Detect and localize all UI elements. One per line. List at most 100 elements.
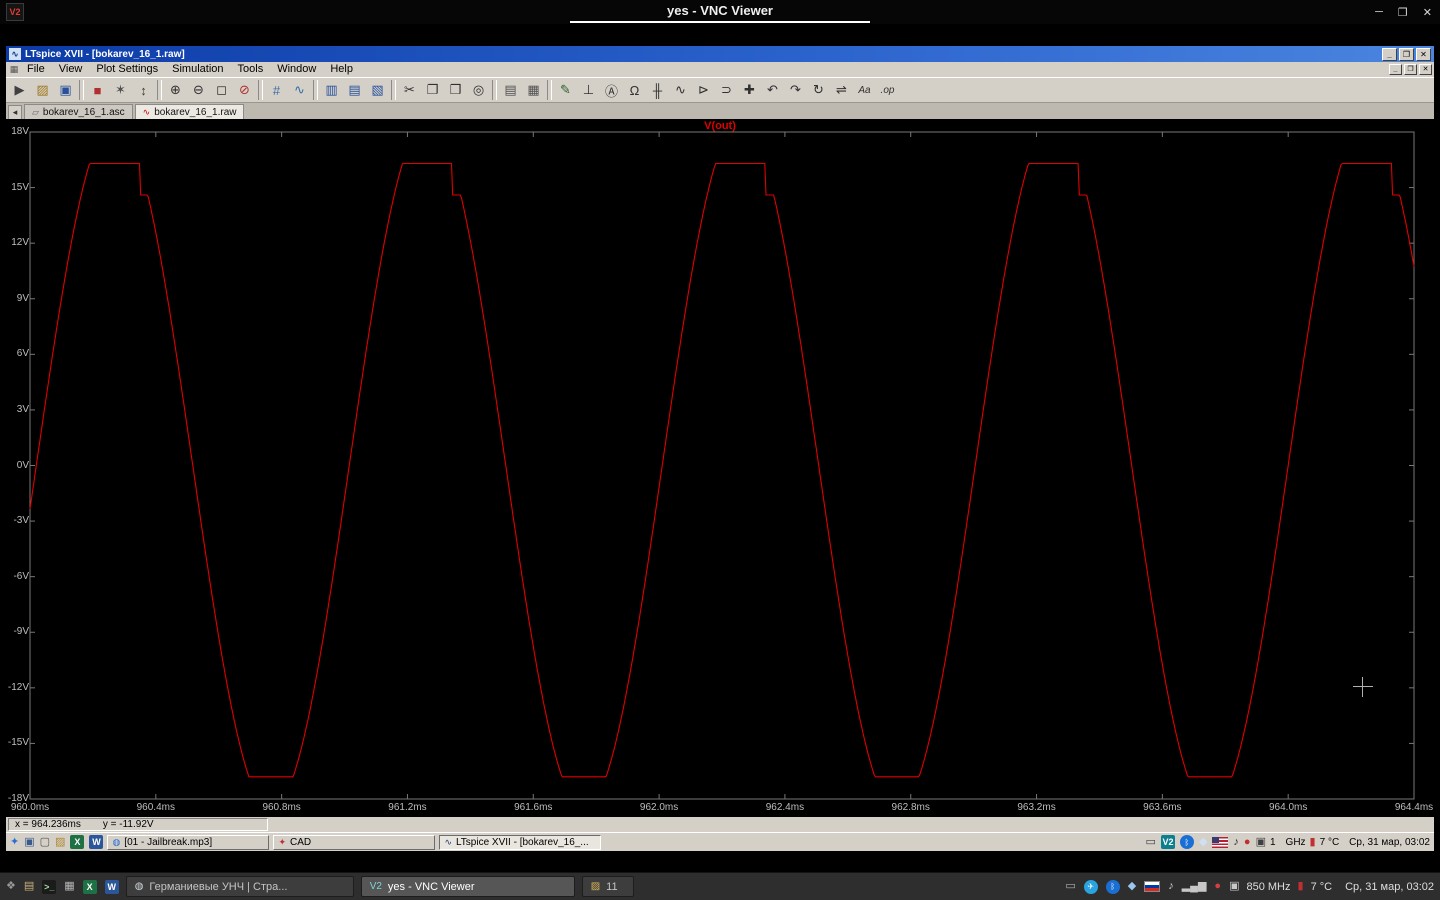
maximize-button[interactable]: ❐	[1398, 6, 1408, 19]
tab-waveform[interactable]: ∿ bokarev_16_1.raw	[134, 104, 245, 119]
drop-icon[interactable]: ◆	[1199, 836, 1207, 848]
mdi-close-button[interactable]: ✕	[1419, 64, 1432, 75]
zoom-in-icon[interactable]: ⊕	[164, 79, 187, 101]
ground-icon[interactable]: ⊥	[577, 79, 600, 101]
control-panel-icon[interactable]: ✶	[109, 79, 132, 101]
y-axis-label: 12V	[11, 237, 29, 249]
clock[interactable]: Ср, 31 мар, 03:02	[1349, 837, 1430, 848]
display-icon[interactable]: ▣	[1229, 881, 1239, 892]
menu-tools[interactable]: Tools	[231, 62, 271, 77]
rotate-icon[interactable]: ↻	[807, 79, 830, 101]
vnc-server-icon[interactable]: V2	[1160, 835, 1175, 849]
taskbar-task-browser[interactable]: ◍ Германиевые УНЧ | Стра...	[125, 876, 354, 897]
menu-window[interactable]: Window	[270, 62, 323, 77]
paste-icon[interactable]: ❒	[444, 79, 467, 101]
display-icon[interactable]: ▣	[1256, 836, 1266, 848]
capacitor-icon[interactable]: ╫	[646, 79, 669, 101]
restore-button[interactable]: ❐	[1399, 47, 1414, 61]
plot-trace-title[interactable]: V(out)	[6, 120, 1434, 132]
run-icon[interactable]: ▶	[8, 79, 31, 101]
taskbar-task-vnc-viewer[interactable]: V2 yes - VNC Viewer	[360, 876, 575, 897]
cut-icon[interactable]: ✂	[398, 79, 421, 101]
y-axis-label: 3V	[16, 403, 29, 415]
start-menu-icon[interactable]: ❖	[6, 881, 16, 892]
wire-icon[interactable]: ✎	[554, 79, 577, 101]
tile-horizontal-icon[interactable]: ▤	[343, 79, 366, 101]
ru-flag-icon[interactable]	[1144, 881, 1161, 892]
record-dot-icon[interactable]: ●	[1214, 881, 1221, 892]
open-icon[interactable]: ▨	[31, 79, 54, 101]
remote-desktop[interactable]: ∿ LTspice XVII - [bokarev_16_1.raw] _ ❐ …	[6, 46, 1434, 851]
minimize-button[interactable]: _	[1382, 47, 1397, 61]
printer-icon[interactable]: ▦	[64, 881, 74, 892]
telegram-icon[interactable]: ✈	[1083, 879, 1098, 894]
us-flag-icon[interactable]	[1212, 836, 1229, 848]
waveform-plot[interactable]: V(out) 960.0ms 960.4ms 960.8ms 961.2ms 961.6…	[6, 119, 1434, 817]
print-icon[interactable]: ▦	[522, 79, 545, 101]
move-icon[interactable]: ✚	[738, 79, 761, 101]
spice-directive-icon[interactable]: .op	[876, 79, 899, 101]
minimize-button[interactable]: ─	[1375, 6, 1383, 18]
remote-quick-launch: ✦ ▣ ▢ ▨ X W	[10, 835, 104, 849]
writer-icon[interactable]: W	[104, 879, 119, 894]
clock[interactable]: Ср, 31 мар, 03:02	[1345, 881, 1434, 893]
my-computer-icon[interactable]: ▣	[24, 836, 34, 848]
battery-icon[interactable]: ▭	[1146, 836, 1156, 848]
component-icon[interactable]: ⊃	[715, 79, 738, 101]
print-setup-icon[interactable]: ▤	[499, 79, 522, 101]
drop-icon[interactable]: ◆	[1128, 881, 1136, 892]
grid-icon[interactable]: #	[265, 79, 288, 101]
taskbar-task-cad[interactable]: ✦ CAD	[273, 834, 436, 850]
tab-scroll-left-button[interactable]: ◂	[8, 105, 22, 119]
volume-icon[interactable]: ♪	[1233, 836, 1239, 848]
mirror-icon[interactable]: ⇌	[830, 79, 853, 101]
taskbar-task-folder[interactable]: ▨ 11	[581, 876, 634, 897]
menu-plot-settings[interactable]: Plot Settings	[89, 62, 165, 77]
waveform-svg[interactable]	[6, 119, 1434, 817]
zoom-back-icon[interactable]: ⊘	[233, 79, 256, 101]
undo-icon[interactable]: ↶	[761, 79, 784, 101]
autorange-icon[interactable]: ↕	[132, 79, 155, 101]
file-manager-icon[interactable]: ▨	[55, 836, 65, 848]
resistor-icon[interactable]: Ω	[623, 79, 646, 101]
find-icon[interactable]: ◎	[467, 79, 490, 101]
clipboard-icon[interactable]: ▭	[1065, 881, 1075, 892]
menu-simulation[interactable]: Simulation	[165, 62, 230, 77]
bluetooth-icon[interactable]: ᛒ	[1105, 879, 1120, 894]
label-net-icon[interactable]: Ⓐ	[600, 79, 623, 101]
volume-icon[interactable]: ♪	[1168, 881, 1174, 892]
text-icon[interactable]: Aa	[853, 79, 876, 101]
menu-view[interactable]: View	[52, 62, 90, 77]
halt-icon[interactable]: ■	[86, 79, 109, 101]
save-icon[interactable]: ▣	[54, 79, 77, 101]
status-dot-icon[interactable]: ●	[1244, 836, 1251, 848]
redo-icon[interactable]: ↷	[784, 79, 807, 101]
tile-vertical-icon[interactable]: ▥	[320, 79, 343, 101]
tab-schematic[interactable]: ▱ bokarev_16_1.asc	[24, 104, 133, 119]
mdi-restore-button[interactable]: ❐	[1404, 64, 1417, 75]
copy-icon[interactable]: ❐	[421, 79, 444, 101]
mdi-minimize-button[interactable]: _	[1389, 64, 1402, 75]
menu-help[interactable]: Help	[323, 62, 360, 77]
ltspice-menubar: ▦ File View Plot Settings Simulation Too…	[6, 62, 1434, 77]
show-desktop-icon[interactable]: ▢	[40, 836, 50, 848]
close-button[interactable]: ✕	[1416, 47, 1431, 61]
file-manager-icon[interactable]: ▤	[24, 881, 34, 892]
signal-bars-icon[interactable]: ▂▄▆	[1182, 881, 1207, 892]
zoom-full-extents-icon[interactable]: ◻	[210, 79, 233, 101]
taskbar-task-media-player[interactable]: ◍ [01 - Jailbreak.mp3]	[107, 834, 270, 850]
excel-icon[interactable]: X	[70, 835, 85, 849]
mark-data-points-icon[interactable]: ∿	[288, 79, 311, 101]
zoom-out-icon[interactable]: ⊖	[187, 79, 210, 101]
inductor-icon[interactable]: ∿	[669, 79, 692, 101]
cascade-windows-icon[interactable]: ▧	[366, 79, 389, 101]
bluetooth-icon[interactable]: ᛒ	[1179, 835, 1194, 849]
word-icon[interactable]: W	[89, 835, 104, 849]
calc-icon[interactable]: X	[82, 879, 97, 894]
diode-icon[interactable]: ⊳	[692, 79, 715, 101]
terminal-icon[interactable]: >_	[42, 879, 57, 894]
taskbar-task-ltspice[interactable]: ∿ LTspice XVII - [bokarev_16_...	[439, 834, 602, 850]
menu-file[interactable]: File	[20, 62, 52, 77]
start-menu-icon[interactable]: ✦	[10, 836, 19, 848]
close-button[interactable]: ✕	[1423, 6, 1432, 19]
